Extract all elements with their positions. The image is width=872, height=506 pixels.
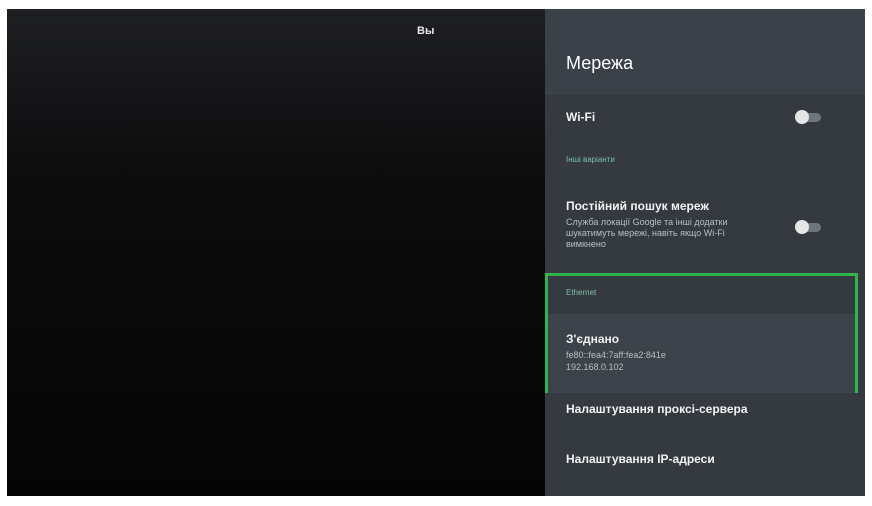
always-scan-setting[interactable]: Постійний пошук мереж Служба локації Goo… — [566, 199, 786, 250]
background-area: Вы — [7, 9, 545, 496]
ethernet-heading: Ethernet — [566, 288, 597, 297]
connection-status: З'єднано — [566, 332, 620, 346]
wifi-toggle[interactable] — [795, 110, 823, 124]
always-scan-toggle[interactable] — [795, 220, 823, 234]
overlay-label: Вы — [417, 25, 435, 37]
panel-header: Мережа — [545, 9, 865, 95]
toggle-knob — [795, 220, 809, 234]
wifi-label: Wi-Fi — [566, 110, 596, 124]
wifi-setting[interactable]: Wi-Fi — [566, 110, 595, 124]
always-scan-label: Постійний пошук мереж — [566, 199, 709, 213]
ethernet-connected-item[interactable]: З'єднано fe80::fea4:7aff:fea2:841e 192.1… — [548, 314, 855, 393]
always-scan-description: Служба локації Google та інші додатки шу… — [566, 217, 728, 249]
toggle-knob — [795, 110, 809, 124]
page-title: Мережа — [566, 53, 634, 73]
ip-settings-label: Налаштування IP-адреси — [566, 452, 715, 466]
ip-settings-item[interactable]: Налаштування IP-адреси — [566, 452, 715, 466]
ipv6-address: fe80::fea4:7aff:fea2:841e — [566, 350, 666, 360]
proxy-settings-item[interactable]: Налаштування проксі-сервера — [566, 402, 748, 416]
ethernet-highlight-box: Ethernet З'єднано fe80::fea4:7aff:fea2:8… — [545, 273, 858, 393]
ipv4-address: 192.168.0.102 — [566, 362, 624, 372]
network-settings-panel: Мережа Wi-Fi Інші варіанти Постійний пош… — [545, 9, 865, 496]
tv-screen: Вы Мережа Wi-Fi Інші варіанти Постійний … — [7, 9, 865, 496]
other-options-heading: Інші варіанти — [566, 155, 615, 164]
proxy-settings-label: Налаштування проксі-сервера — [566, 402, 748, 416]
